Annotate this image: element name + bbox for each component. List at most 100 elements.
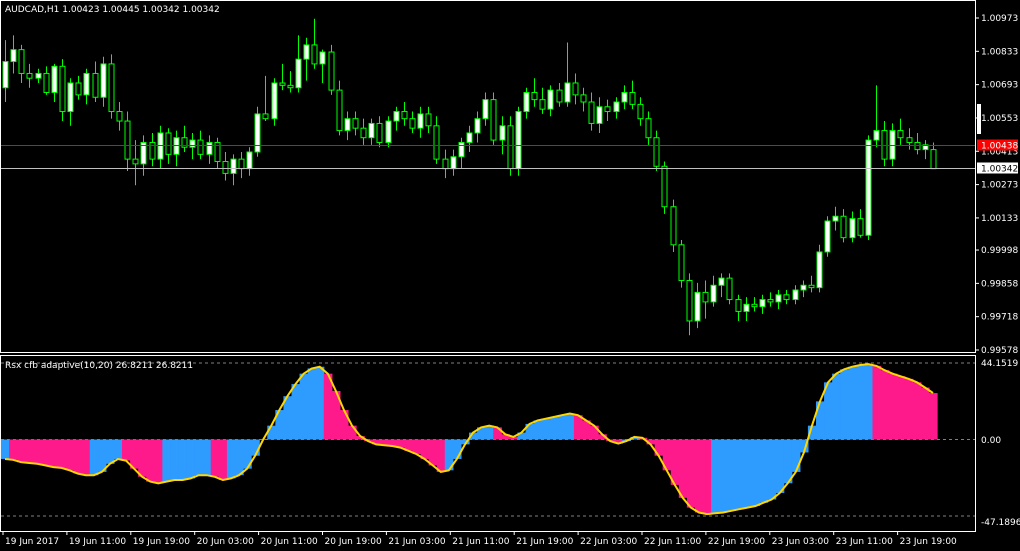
bull-candle-body: [246, 151, 253, 170]
time-tick-label: 20 Jun 03:00: [197, 537, 254, 547]
bull-candle-body: [271, 82, 278, 120]
rsx-bar-rising: [89, 439, 99, 476]
rsx-bar-falling: [323, 373, 333, 440]
rsx-bar-rising: [105, 439, 115, 464]
bid-price-label: 1.00438: [981, 142, 1018, 152]
time-tick-label: 21 Jun 11:00: [452, 537, 509, 547]
candle: [726, 273, 733, 305]
time-tick-label: 19 Jun 11:00: [69, 537, 126, 547]
bear-candle-body: [401, 111, 408, 120]
bull-candle-body: [173, 137, 180, 155]
indicator-zero-tick: 0.00: [981, 436, 1001, 446]
bear-candle-body: [556, 89, 563, 103]
rsx-bar-rising: [727, 439, 736, 511]
bull-candle-body: [303, 44, 310, 60]
candle: [385, 116, 392, 148]
bear-candle-body: [433, 125, 440, 160]
bear-candle-body: [43, 72, 50, 93]
rsx-bar-rising: [719, 439, 728, 513]
main-chart-panel[interactable]: AUDCAD,H1 1.00423 1.00445 1.00342 1.0034…: [0, 0, 976, 353]
candle: [328, 44, 335, 95]
bull-candle-body: [474, 118, 481, 134]
rsx-bar-falling: [146, 439, 155, 482]
rsx-bar-rising: [97, 439, 107, 472]
bear-candle-body: [930, 149, 937, 170]
rsx-bar-rising: [485, 425, 494, 440]
rsx-bar-rising: [751, 439, 761, 506]
rsx-bar-rising: [533, 420, 543, 440]
rsx-bar-rising: [541, 418, 551, 440]
price-tick-label: 1.00693: [981, 81, 1018, 91]
indicator-panel[interactable]: Rsx cfb adaptive(10,20) 26.8211 26.8211: [0, 355, 976, 532]
bear-candle-body: [311, 44, 318, 65]
price-axis[interactable]: 1.009731.008331.006931.005531.004131.002…: [975, 14, 1018, 356]
bear-candle-body: [661, 165, 668, 208]
bull-candle-body: [385, 120, 392, 143]
bull-candle-body: [775, 294, 782, 303]
rsx-bar-rising: [711, 439, 720, 514]
bull-candle-body: [564, 82, 571, 103]
candle: [816, 244, 823, 293]
bull-candle-body: [393, 111, 400, 122]
rsx-bar-falling: [81, 439, 91, 476]
bull-candle-body: [613, 101, 620, 113]
bear-candle-body: [572, 82, 579, 96]
bear-candle-body: [279, 82, 286, 86]
bear-candle-body: [604, 106, 611, 113]
rsx-bar-rising: [194, 439, 204, 476]
bull-candle-body: [515, 111, 522, 170]
indicator-upper-tick: 44.1519: [981, 359, 1018, 369]
bear-candle-body: [360, 127, 367, 139]
rsx-bar-falling: [210, 439, 220, 477]
price-scroll-handle[interactable]: [977, 104, 981, 134]
rsx-bar-rising: [299, 373, 309, 440]
bull-candle-body: [254, 113, 261, 153]
bear-candle-body: [580, 94, 587, 103]
rsx-bar-rising: [759, 439, 769, 503]
bear-candle-body: [442, 158, 449, 170]
bear-candle-body: [531, 91, 538, 101]
bull-candle-body: [800, 284, 807, 291]
bull-candle-body: [499, 125, 506, 141]
rsx-bar-rising: [267, 425, 276, 440]
bear-candle-body: [857, 218, 864, 236]
bull-candle-body: [10, 49, 17, 63]
bull-candle-body: [35, 72, 42, 79]
bull-candle-body: [824, 220, 831, 253]
bear-candle-body: [262, 113, 269, 120]
bear-candle-body: [26, 72, 33, 79]
bear-candle-body: [539, 99, 546, 110]
candle: [661, 161, 668, 214]
rsx-bar-falling: [17, 439, 26, 463]
bear-candle-body: [629, 91, 636, 105]
trading-terminal-chart[interactable]: AUDCAD,H1 1.00423 1.00445 1.00342 1.0034…: [0, 0, 1020, 551]
bear-candle-body: [653, 137, 660, 167]
time-axis[interactable]: 19 Jun 2017 19 Jun 11:00 19 Jun 19:00 20 Ju…: [2, 531, 957, 547]
bull-candle-body: [157, 132, 164, 160]
bull-candle-body: [450, 156, 457, 170]
bear-candle-body: [425, 113, 432, 127]
time-tick-label: 22 Jun 03:00: [580, 537, 637, 547]
rsx-bar-rising: [832, 373, 841, 440]
bull-candle-body: [596, 106, 603, 124]
rsx-bar-falling: [122, 439, 131, 461]
bull-candle-body: [849, 218, 856, 239]
time-tick-label: 19 Jun 19:00: [133, 537, 190, 547]
rsx-bar-falling: [154, 439, 163, 484]
rsx-bar-rising: [452, 439, 462, 459]
time-tick-label: 20 Jun 11:00: [261, 537, 318, 547]
rsx-bar-rising: [178, 439, 188, 481]
rsx-bar-rising: [848, 366, 857, 440]
bear-candle-body: [507, 125, 514, 170]
time-tick-label: 21 Jun 19:00: [516, 537, 573, 547]
rsx-bar-falling: [25, 439, 34, 464]
rsx-bar-falling: [694, 439, 704, 513]
bear-candle-body: [637, 103, 644, 120]
bull-candle-body: [621, 91, 628, 103]
rsx-bar-falling: [920, 387, 930, 440]
rsx-bar-falling: [41, 439, 50, 466]
bear-candle-body: [751, 303, 758, 308]
rsx-bar-falling: [573, 415, 583, 440]
rsx-bar-rising: [202, 439, 212, 476]
rsx-bar-falling: [65, 439, 75, 471]
